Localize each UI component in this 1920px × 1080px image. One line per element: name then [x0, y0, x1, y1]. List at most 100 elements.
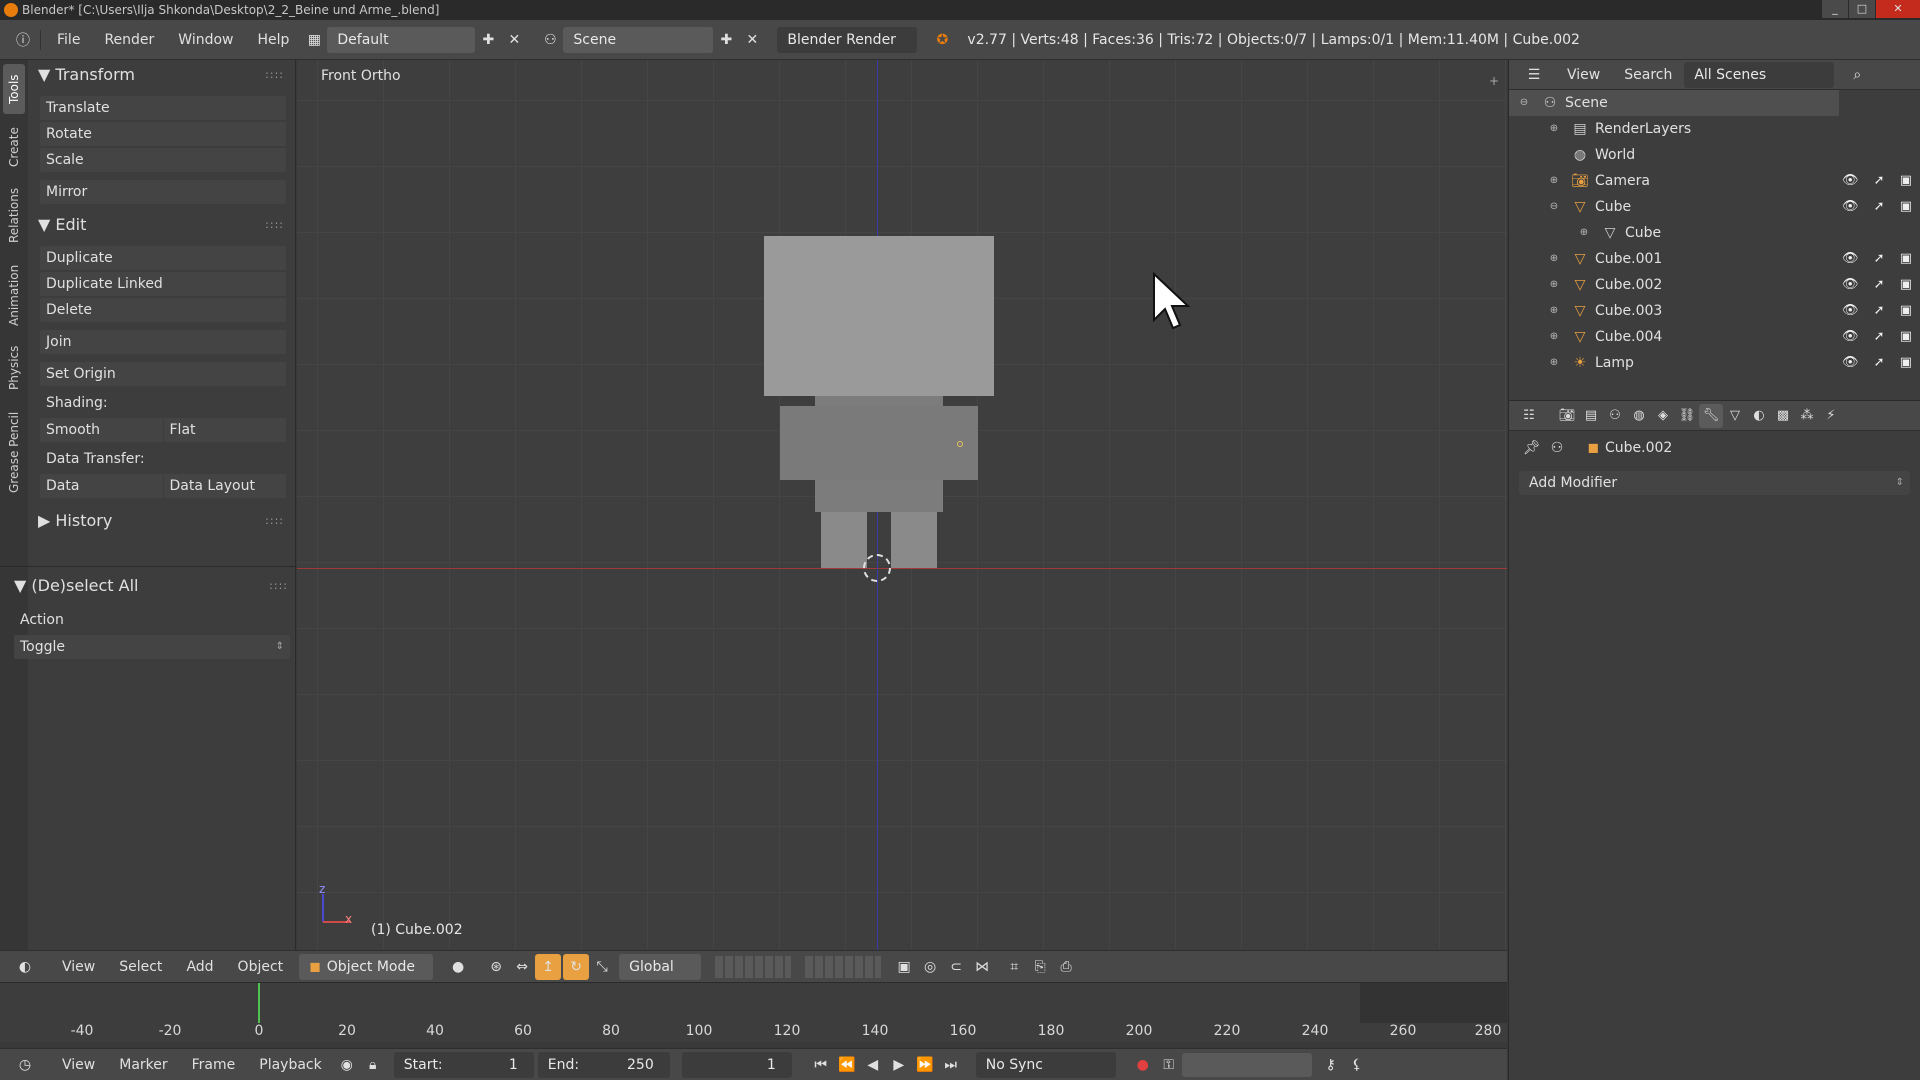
outliner-row-label[interactable]: Cube.003	[1595, 298, 1662, 324]
outliner-row[interactable]: ⊕ ▽ Cube.003 👁︎ ➚ ▣	[1509, 298, 1920, 324]
delete-scene-icon[interactable]: ✕	[739, 27, 765, 53]
outliner-row[interactable]: ⊕ 📷︎ Camera 👁︎ ➚ ▣	[1509, 168, 1920, 194]
lock-icon[interactable]: 🔒︎	[360, 1052, 386, 1078]
mode-select[interactable]: ◼ Object Mode	[299, 953, 434, 980]
expand-toggle-icon[interactable]: ⊕	[1547, 298, 1561, 324]
constraints-tab-icon[interactable]: ⛓	[1675, 404, 1699, 428]
search-icon[interactable]: ⌕	[1844, 62, 1870, 88]
render-layers-tab-icon[interactable]: ▤	[1579, 404, 1603, 428]
maximize-button[interactable]: □	[1849, 0, 1875, 18]
right-leg-mesh[interactable]	[891, 512, 937, 568]
selectable-cursor-icon[interactable]: ➚	[1874, 324, 1885, 350]
orientation-select[interactable]: Global	[619, 953, 702, 980]
outliner-row-label[interactable]: Cube.002	[1595, 272, 1662, 298]
start-frame-field[interactable]: Start: 1	[393, 1051, 534, 1078]
3d-cursor-icon[interactable]	[863, 554, 891, 582]
selectable-cursor-icon[interactable]: ➚	[1874, 246, 1885, 272]
eye-icon[interactable]: 👁︎	[1842, 298, 1859, 324]
keying-icon[interactable]: ◉	[334, 1052, 360, 1078]
prev-keyframe-icon[interactable]: ⏪	[834, 1052, 860, 1078]
translate-button[interactable]: Translate	[40, 96, 286, 120]
object-tab-icon[interactable]: ◈	[1651, 404, 1675, 428]
info-editor-type-icon[interactable]: ⓘ	[10, 27, 36, 53]
current-frame-field[interactable]: 1	[681, 1051, 792, 1078]
drag-grip-icon[interactable]: ::::	[265, 210, 284, 240]
drag-grip-icon[interactable]: ::::	[265, 506, 284, 536]
flat-button[interactable]: Flat	[163, 418, 286, 442]
play-reverse-icon[interactable]: ◀	[860, 1052, 886, 1078]
eye-icon[interactable]: 👁︎	[1842, 168, 1859, 194]
eye-icon[interactable]: 👁︎	[1842, 246, 1859, 272]
outliner-row-label[interactable]: Cube	[1625, 220, 1661, 246]
sync-select[interactable]: No Sync	[975, 1051, 1116, 1078]
keying-set-field[interactable]	[1181, 1052, 1312, 1077]
menu-select[interactable]: Select	[107, 959, 174, 975]
left-leg-mesh[interactable]	[821, 512, 867, 568]
outliner-editor-type-icon[interactable]: ☰	[1521, 62, 1547, 88]
rotate-button[interactable]: Rotate	[40, 122, 286, 146]
render-tab-icon[interactable]: 📷︎	[1555, 404, 1579, 428]
scale-manipulator-icon[interactable]: ⤡	[589, 954, 615, 980]
jump-start-icon[interactable]: ⏮	[808, 1052, 834, 1078]
outliner-row-label[interactable]: Lamp	[1595, 350, 1634, 376]
renderable-camera-icon[interactable]: ▣	[1900, 194, 1912, 220]
menu-window[interactable]: Window	[166, 32, 245, 48]
outliner-menu-view[interactable]: View	[1555, 67, 1612, 83]
set-origin-button[interactable]: Set Origin	[40, 362, 286, 386]
renderable-camera-icon[interactable]: ▣	[1900, 246, 1912, 272]
expand-toggle-icon[interactable]: ⊕	[1547, 350, 1561, 376]
selectable-cursor-icon[interactable]: ➚	[1874, 298, 1885, 324]
expand-toggle-icon[interactable]: ⊖	[1517, 90, 1531, 116]
edit-panel-header[interactable]: ▼ Edit ::::	[30, 210, 292, 240]
data-tab-icon[interactable]: ▽	[1723, 404, 1747, 428]
opengl-render-icon[interactable]: ⌗	[1001, 954, 1027, 980]
modifiers-tab-icon[interactable]: 🔧︎	[1699, 403, 1723, 428]
layers-row-1[interactable]	[715, 955, 792, 978]
viewport-camera-icon[interactable]: ⎙	[1053, 954, 1079, 980]
data-layout-button[interactable]: Data Layout	[163, 474, 286, 498]
selectable-cursor-icon[interactable]: ➚	[1874, 272, 1885, 298]
screen-layout-icon[interactable]: ▦	[301, 27, 327, 53]
render-engine-select[interactable]: Blender Render	[777, 26, 918, 53]
outliner-row[interactable]: ⊕ ▽ Cube.001 👁︎ ➚ ▣	[1509, 246, 1920, 272]
timeline-menu-view[interactable]: View	[50, 1057, 107, 1073]
outliner-menu-search[interactable]: Search	[1612, 67, 1684, 83]
outliner-row-label[interactable]: Cube.001	[1595, 246, 1662, 272]
outliner-row-label[interactable]: Cube	[1595, 194, 1631, 220]
scene-icon[interactable]: ⚇	[537, 27, 563, 53]
tab-grease-pencil[interactable]: Grease Pencil	[3, 404, 25, 500]
timeline-menu-playback[interactable]: Playback	[247, 1057, 333, 1073]
eye-icon[interactable]: 👁︎	[1842, 272, 1859, 298]
eye-icon[interactable]: 👁︎	[1842, 350, 1859, 376]
layers-row-2[interactable]	[805, 955, 882, 978]
keying-set-icon[interactable]: ⚿	[1156, 1052, 1182, 1078]
tab-create[interactable]: Create	[3, 120, 25, 174]
world-tab-icon[interactable]: ◍	[1627, 404, 1651, 428]
eye-icon[interactable]: 👁︎	[1842, 324, 1859, 350]
snap-element-icon[interactable]: ⋈	[969, 954, 995, 980]
menu-render[interactable]: Render	[92, 32, 166, 48]
editor-type-icon[interactable]: ◐	[12, 954, 38, 980]
selectable-cursor-icon[interactable]: ➚	[1874, 350, 1885, 376]
expand-toggle-icon[interactable]: ⊕	[1547, 272, 1561, 298]
outliner-row[interactable]: ⊖ ⚇ Scene	[1509, 90, 1839, 116]
tab-tools[interactable]: Tools	[3, 64, 25, 114]
delete-button[interactable]: Delete	[40, 298, 286, 322]
expand-toggle-icon[interactable]: ⊕	[1547, 324, 1561, 350]
action-select[interactable]: Toggle ⇕	[14, 635, 290, 659]
add-modifier-button[interactable]: Add Modifier ⇕	[1519, 471, 1910, 495]
renderable-camera-icon[interactable]: ▣	[1900, 324, 1912, 350]
history-panel-header[interactable]: ▶ History ::::	[30, 506, 292, 536]
duplicate-button[interactable]: Duplicate	[40, 246, 286, 270]
renderable-camera-icon[interactable]: ▣	[1900, 168, 1912, 194]
outliner-row[interactable]: ⊕ ☀ Lamp 👁︎ ➚ ▣	[1509, 350, 1920, 376]
physics-tab-icon[interactable]: ⚡	[1819, 404, 1843, 428]
delete-keyframe-icon[interactable]: ⚸	[1344, 1052, 1370, 1078]
menu-add[interactable]: Add	[174, 959, 225, 975]
viewport-shading-icon[interactable]: ●	[445, 954, 471, 980]
outliner-row-label[interactable]: Cube.004	[1595, 324, 1662, 350]
3d-viewport[interactable]: Front Ortho z x (1) Cube.002 +	[297, 60, 1507, 950]
record-icon[interactable]: ●	[1130, 1052, 1156, 1078]
screen-layout-field[interactable]: Default	[327, 26, 476, 53]
scale-button[interactable]: Scale	[40, 148, 286, 172]
